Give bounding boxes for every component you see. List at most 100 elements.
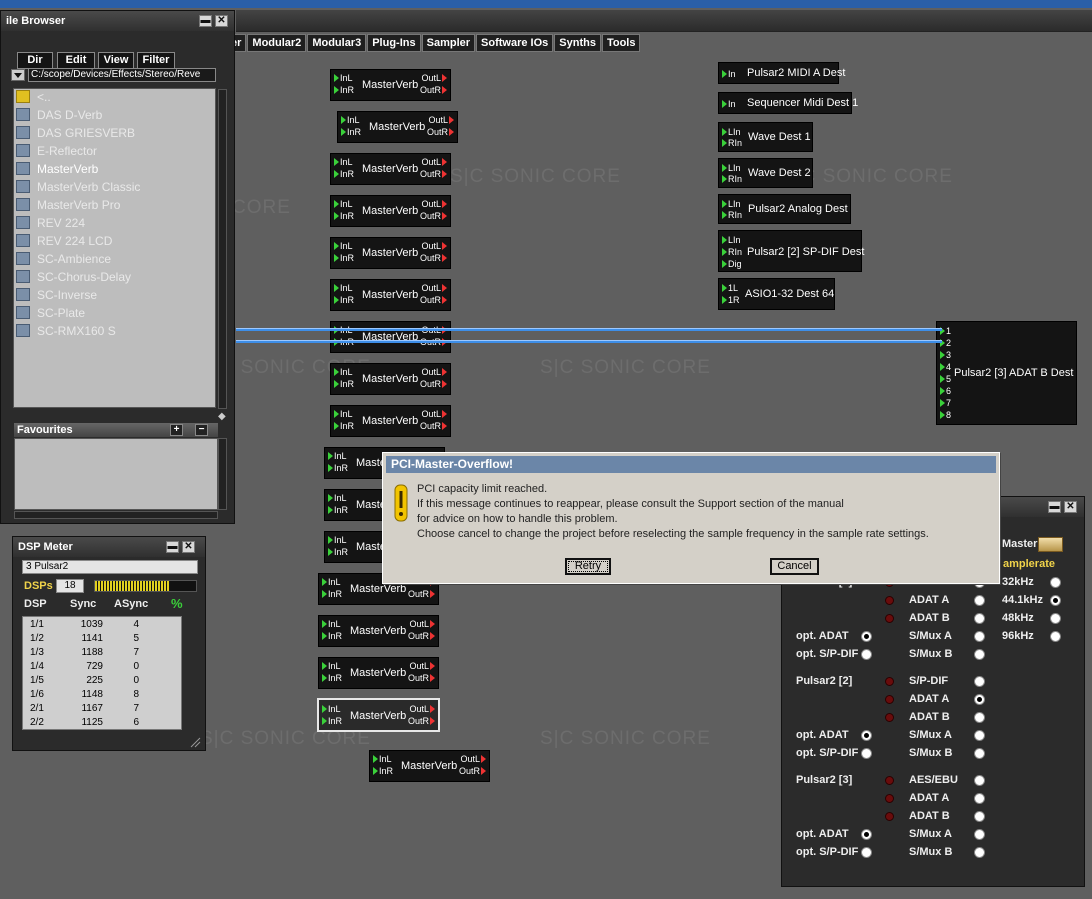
sync-radio[interactable] xyxy=(974,847,985,858)
masterverb-module[interactable]: InLInRMasterVerbOutLOutR xyxy=(330,195,451,227)
cancel-button[interactable]: Cancel xyxy=(770,558,819,575)
close-icon[interactable]: ✕ xyxy=(1064,501,1077,513)
sync-radio[interactable] xyxy=(974,811,985,822)
sync-radio[interactable] xyxy=(974,595,985,606)
sync-radio[interactable] xyxy=(974,676,985,687)
list-item[interactable]: SC-Chorus-Delay xyxy=(16,269,131,286)
list-item[interactable]: REV 224 LCD xyxy=(16,233,112,250)
patch-cable[interactable] xyxy=(236,328,942,331)
dest-pulsar2-analog[interactable]: LIn RIn Pulsar2 Analog Dest xyxy=(718,194,851,224)
close-icon[interactable]: ✕ xyxy=(182,541,195,553)
filter-button[interactable]: Filter xyxy=(137,52,175,69)
list-item[interactable]: MasterVerb Classic xyxy=(16,179,140,196)
sync-led xyxy=(885,794,894,803)
close-icon[interactable]: ✕ xyxy=(215,15,228,27)
rate-radio-96khz[interactable] xyxy=(1050,631,1061,642)
add-favourite-button[interactable]: + xyxy=(170,424,183,436)
opt-adat-radio[interactable] xyxy=(861,631,872,642)
list-item[interactable]: SC-Ambience xyxy=(16,251,111,268)
list-item-parent[interactable]: <.. xyxy=(16,89,51,106)
device-icon xyxy=(16,324,30,337)
minimize-icon[interactable]: ▬ xyxy=(166,541,179,553)
masterverb-module[interactable]: InLInRMasterVerbOutLOutR xyxy=(330,405,451,437)
remove-favourite-button[interactable]: − xyxy=(195,424,208,436)
master-button[interactable] xyxy=(1038,537,1063,552)
dest-wave-2[interactable]: LIn RIn Wave Dest 2 xyxy=(718,158,813,188)
list-item[interactable]: SC-Inverse xyxy=(16,287,97,304)
dest-wave-1[interactable]: LIn RIn Wave Dest 1 xyxy=(718,122,813,152)
masterverb-module[interactable]: InLInRMasterVerbOutLOutR xyxy=(330,237,451,269)
splitter-handle-icon[interactable]: ◆ xyxy=(218,411,227,423)
dsp-device-field[interactable]: 3 Pulsar2 xyxy=(22,560,198,574)
rate-radio-48khz[interactable] xyxy=(1050,613,1061,624)
retry-button[interactable]: Retry xyxy=(565,558,611,575)
path-field[interactable]: C:/scope/Devices/Effects/Stereo/Reve xyxy=(28,68,216,82)
opt-spdif-radio[interactable] xyxy=(861,649,872,660)
menu-item-modular3[interactable]: Modular3 xyxy=(307,34,367,52)
dest-sequencer-midi[interactable]: In Sequencer Midi Dest 1 xyxy=(718,92,858,114)
opt-adat-radio[interactable] xyxy=(861,730,872,741)
dir-button[interactable]: Dir xyxy=(17,52,53,69)
view-button[interactable]: View xyxy=(98,52,134,69)
sync-radio[interactable] xyxy=(974,649,985,660)
list-item-selected[interactable]: MasterVerb xyxy=(16,161,98,178)
list-item[interactable]: SC-RMX160 S xyxy=(16,323,116,340)
menu-item-plug-ins[interactable]: Plug-Ins xyxy=(367,34,421,52)
sync-led xyxy=(885,677,894,686)
masterverb-module[interactable]: InLInRMasterVerbOutLOutR xyxy=(330,321,451,353)
masterverb-module[interactable]: InLInRMasterVerbOutLOutR xyxy=(330,153,451,185)
dest-pulsar2-adat-b[interactable]: 1 2 3 4 5 6 7 8 Pulsar2 [3] ADAT B Dest xyxy=(936,321,1077,425)
minimize-icon[interactable]: ▬ xyxy=(1048,501,1061,513)
menu-item-synths[interactable]: Synths xyxy=(554,34,601,52)
sync-radio[interactable] xyxy=(974,829,985,840)
sync-radio[interactable] xyxy=(974,793,985,804)
sync-radio[interactable] xyxy=(974,748,985,759)
masterverb-module[interactable]: InLInRMasterVerbOutLOutR xyxy=(318,657,439,689)
list-item[interactable]: REV 224 xyxy=(16,215,85,232)
folder-up-icon xyxy=(16,90,30,103)
list-item[interactable]: SC-Plate xyxy=(16,305,85,322)
sync-label: AES/EBU xyxy=(909,774,958,786)
patch-cable[interactable] xyxy=(236,340,942,343)
sync-radio-selected[interactable] xyxy=(974,694,985,705)
rate-radio-44khz[interactable] xyxy=(1050,595,1061,606)
masterverb-module[interactable]: InLInRMasterVerbOutLOutR xyxy=(330,69,451,101)
sync-radio[interactable] xyxy=(974,712,985,723)
dest-asio[interactable]: 1L 1R ASIO1-32 Dest 64 xyxy=(718,278,835,310)
sync-radio[interactable] xyxy=(974,730,985,741)
menu-item-modular2[interactable]: Modular2 xyxy=(247,34,307,52)
percent-icon[interactable]: % xyxy=(171,596,183,611)
sync-radio[interactable] xyxy=(974,775,985,786)
masterverb-module[interactable]: InLInRMasterVerbOutLOutR xyxy=(318,615,439,647)
sync-radio[interactable] xyxy=(974,631,985,642)
opt-spdif-radio[interactable] xyxy=(861,847,872,858)
masterverb-module[interactable]: InLInRMasterVerbOutLOutR xyxy=(330,363,451,395)
dest-pulsar2-midi-a[interactable]: In Pulsar2 MIDI A Dest xyxy=(718,62,845,84)
menu-item-sampler[interactable]: Sampler xyxy=(421,34,476,52)
favourites-scrollbar[interactable] xyxy=(218,438,227,510)
list-item[interactable]: MasterVerb Pro xyxy=(16,197,120,214)
favourites-hscrollbar[interactable] xyxy=(14,511,218,519)
masterverb-module-selected[interactable]: InL InR MasterVerb OutL OutR xyxy=(317,698,440,732)
masterverb-module[interactable]: InLInRMasterVerbOutLOutR xyxy=(369,750,490,782)
dsp-meter-panel: DSP Meter ▬ ✕ 3 Pulsar2 DSPs 18 DSP Sync… xyxy=(12,536,206,751)
list-item[interactable]: DAS D-Verb xyxy=(16,107,102,124)
rate-radio-32khz[interactable] xyxy=(1050,577,1061,588)
favourites-list[interactable] xyxy=(14,438,218,510)
sync-radio[interactable] xyxy=(974,613,985,624)
resize-grip-icon[interactable] xyxy=(189,736,201,748)
masterverb-module[interactable]: InLInRMasterVerbOutLOutR xyxy=(337,111,458,143)
dest-pulsar2-spdif[interactable]: LIn RIn Dig Pulsar2 [2] SP-DIF Dest xyxy=(718,230,864,272)
section-label-pulsar2-2: Pulsar2 [2] xyxy=(796,675,853,687)
menu-item-tools[interactable]: Tools xyxy=(601,34,641,52)
list-item[interactable]: DAS GRIESVERB xyxy=(16,125,135,142)
list-item[interactable]: E-Reflector xyxy=(16,143,97,160)
menu-item-software-ios[interactable]: Software IOs xyxy=(476,34,554,52)
file-list-scrollbar[interactable] xyxy=(218,89,227,409)
path-dropdown-arrow-icon[interactable] xyxy=(11,69,25,81)
opt-spdif-radio[interactable] xyxy=(861,748,872,759)
opt-adat-radio[interactable] xyxy=(861,829,872,840)
masterverb-module[interactable]: InLInRMasterVerbOutLOutR xyxy=(330,279,451,311)
edit-button[interactable]: Edit xyxy=(57,52,95,69)
minimize-icon[interactable]: ▬ xyxy=(199,15,212,27)
